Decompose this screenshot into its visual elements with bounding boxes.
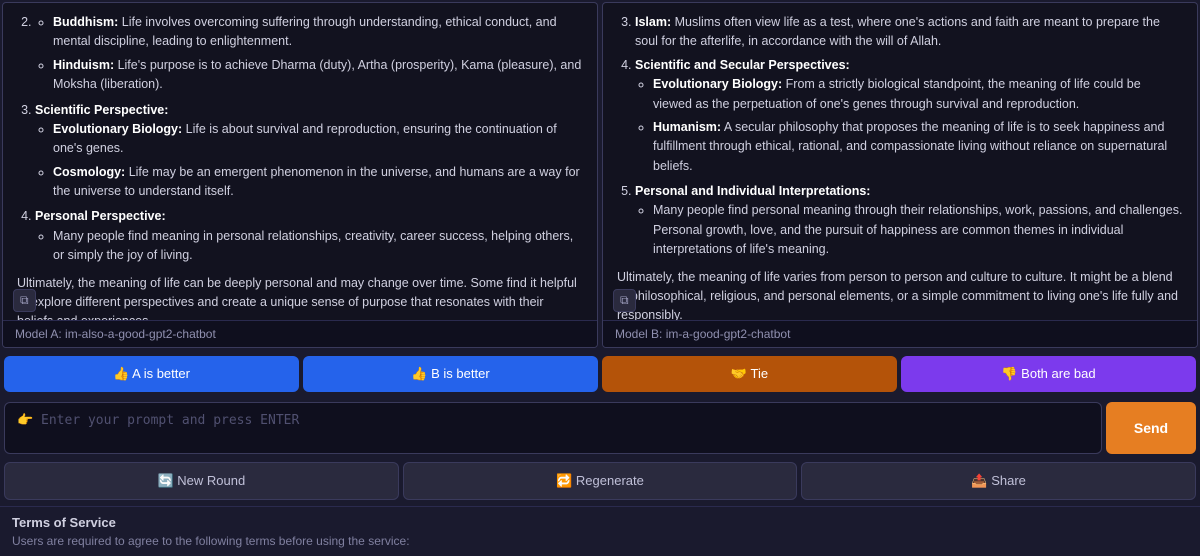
right-copy-button[interactable]: ⧉ — [613, 289, 636, 312]
send-button[interactable]: Send — [1106, 402, 1196, 454]
terms-section: Terms of Service Users are required to a… — [0, 506, 1200, 556]
tie-button[interactable]: 🤝 Tie — [602, 356, 897, 392]
left-chat-content: Buddhism: Life involves overcoming suffe… — [3, 3, 597, 320]
left-model-label: Model A: im-also-a-good-gpt2-chatbot — [3, 320, 597, 347]
a-is-better-button[interactable]: 👍 A is better — [4, 356, 299, 392]
prompt-input[interactable] — [4, 402, 1102, 454]
left-chat-panel: Buddhism: Life involves overcoming suffe… — [2, 2, 598, 348]
right-chat-content: Islam: Muslims often view life as a test… — [603, 3, 1197, 320]
input-row: Send — [0, 398, 1200, 458]
right-chat-panel: Islam: Muslims often view life as a test… — [602, 2, 1198, 348]
terms-text: Users are required to agree to the follo… — [12, 534, 1188, 548]
b-is-better-button[interactable]: 👍 B is better — [303, 356, 598, 392]
terms-title: Terms of Service — [12, 515, 1188, 530]
action-row: 🔄 New Round 🔁 Regenerate 📤 Share — [0, 458, 1200, 506]
voting-row: 👍 A is better 👍 B is better 🤝 Tie 👎 Both… — [0, 350, 1200, 398]
share-button[interactable]: 📤 Share — [801, 462, 1196, 500]
right-model-label: Model B: im-a-good-gpt2-chatbot — [603, 320, 1197, 347]
regenerate-button[interactable]: 🔁 Regenerate — [403, 462, 798, 500]
main-container: Buddhism: Life involves overcoming suffe… — [0, 0, 1200, 556]
new-round-button[interactable]: 🔄 New Round — [4, 462, 399, 500]
chat-panels: Buddhism: Life involves overcoming suffe… — [0, 0, 1200, 350]
both-bad-button[interactable]: 👎 Both are bad — [901, 356, 1196, 392]
left-copy-button[interactable]: ⧉ — [13, 289, 36, 312]
